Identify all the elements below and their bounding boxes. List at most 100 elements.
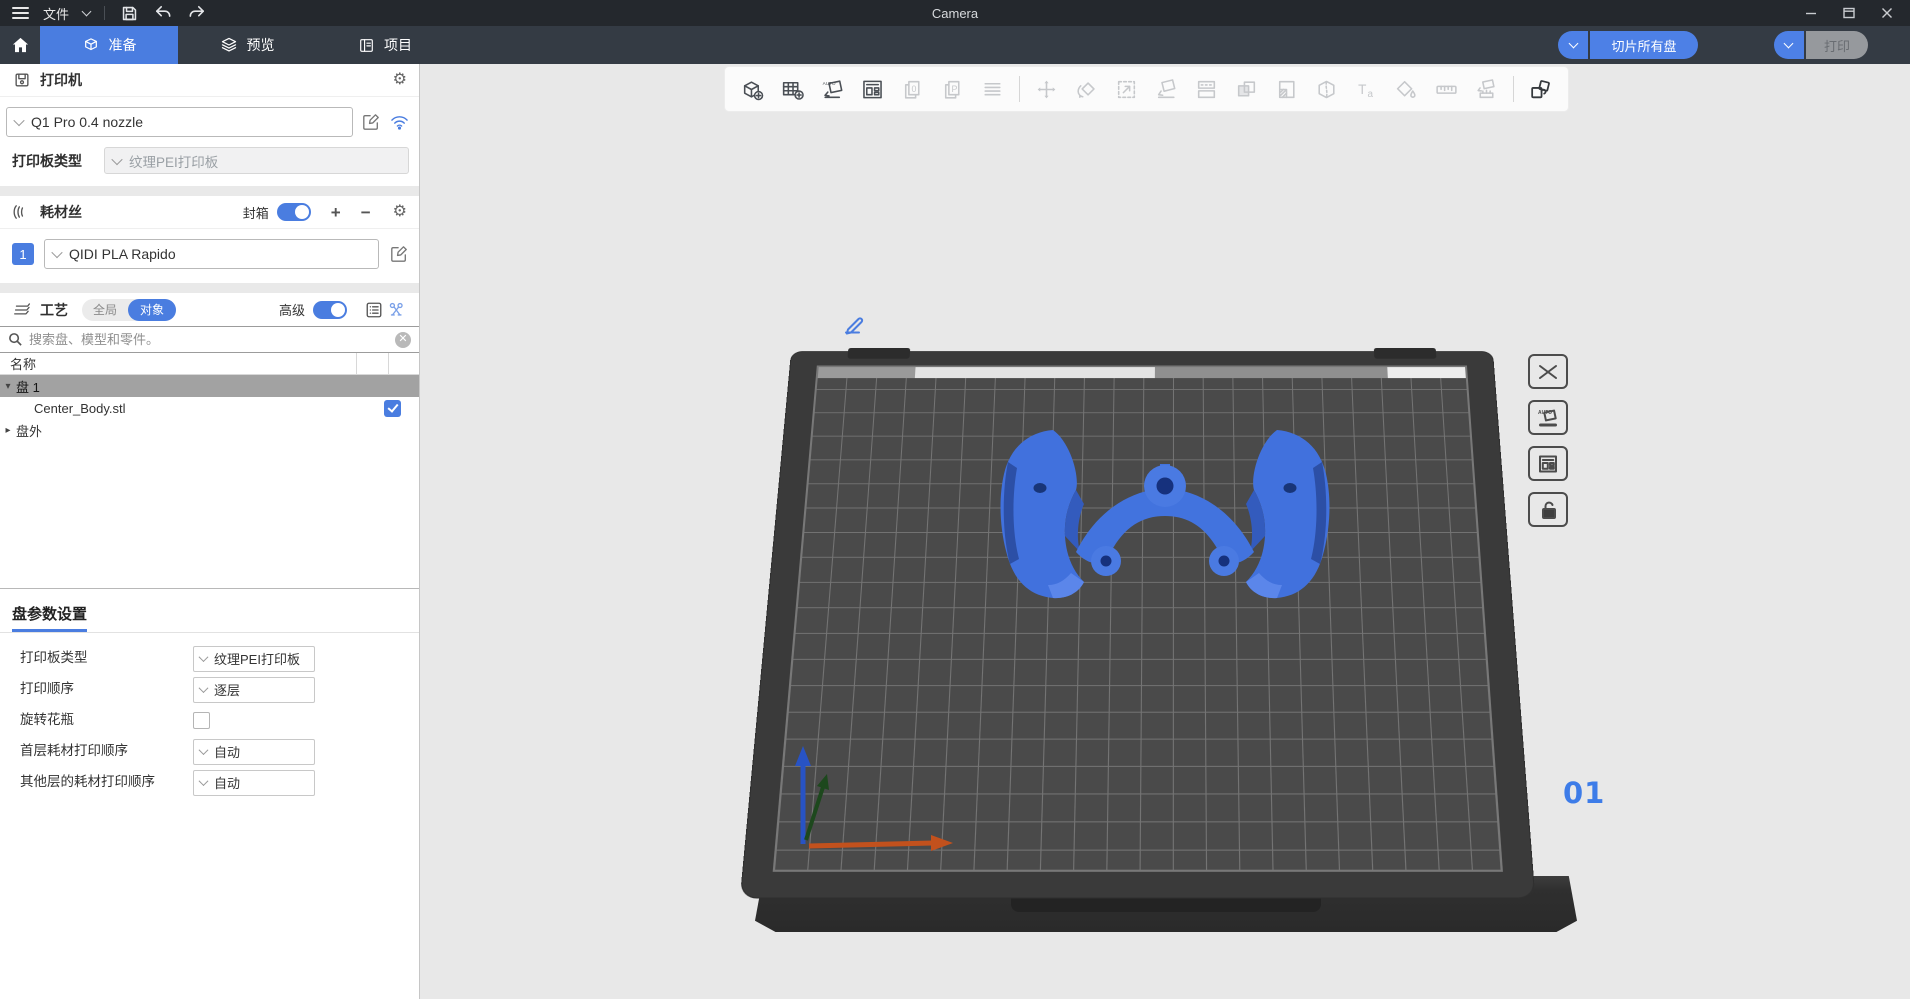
svg-text:T: T [1358, 82, 1366, 97]
spiral-vase-checkbox[interactable] [193, 712, 210, 729]
clear-search-icon[interactable]: ✕ [395, 331, 411, 348]
delete-plate-icon[interactable] [1528, 354, 1568, 389]
edit-plate-name-icon[interactable] [840, 310, 870, 340]
print-order-select[interactable]: 逐层 [193, 676, 315, 703]
bed-type-plate-select[interactable]: 纹理PEI打印板 [193, 645, 315, 672]
home-icon [12, 37, 28, 53]
minimize-icon[interactable] [1796, 1, 1826, 25]
maximize-icon[interactable] [1834, 1, 1864, 25]
slice-button-group: 切片所有盘 [1558, 31, 1698, 59]
print-button[interactable]: 打印 [1805, 31, 1868, 59]
undo-icon[interactable] [153, 3, 173, 23]
svg-text:0: 0 [911, 83, 916, 93]
tree-row-outside[interactable]: ▸ 盘外 [0, 419, 419, 441]
menu-icon[interactable] [12, 7, 29, 19]
filament-gear-icon[interactable]: ⚙ [393, 204, 407, 220]
chevron-down-icon[interactable] [81, 6, 92, 16]
tab-preview[interactable]: 预览 [178, 26, 316, 64]
plate-clip-right [1373, 347, 1437, 359]
copy-icon[interactable]: 0 [899, 76, 926, 103]
text-icon[interactable]: Ta [1353, 76, 1380, 103]
other-layers-order-select[interactable]: 自动 [193, 769, 315, 796]
assembly-icon[interactable] [1527, 76, 1554, 103]
printer-select[interactable]: Q1 Pro 0.4 nozzle [6, 107, 353, 137]
box-toggle[interactable] [276, 203, 311, 221]
model-center-body[interactable] [958, 424, 1372, 614]
cut-icon[interactable] [1313, 76, 1340, 103]
plate-settings-section: 盘参数设置 打印板类型 纹理PEI打印板 打印顺序 逐层 旋转花瓶 首层耗材打印… [0, 589, 419, 798]
filament-select[interactable]: QIDI PLA Rapido [44, 239, 379, 269]
rotate-icon[interactable] [1073, 76, 1100, 103]
scope-switch[interactable]: 全局 对象 [82, 298, 177, 321]
toolbar-divider [1019, 76, 1020, 102]
bed-type-select[interactable]: 纹理PEI打印板 [104, 147, 409, 174]
plate-calibration-strip [817, 367, 1466, 379]
tab-project[interactable]: 项目 [316, 26, 454, 64]
window-title: Camera [931, 5, 979, 21]
setting-row-print-order: 打印顺序 逐层 [0, 674, 419, 705]
tab-prepare[interactable]: 准备 [40, 26, 178, 64]
prepare-box-icon [84, 38, 97, 51]
search-input[interactable] [29, 332, 389, 347]
setting-row-first-layer-order: 首层耗材打印顺序 自动 [0, 736, 419, 767]
parameter-table-icon[interactable] [363, 300, 385, 320]
title-bar: 文件 Camera [0, 0, 1910, 26]
first-layer-order-select[interactable]: 自动 [193, 738, 315, 765]
wifi-icon[interactable] [389, 112, 409, 132]
slice-options-chevron[interactable] [1558, 31, 1588, 59]
printer-gear-icon[interactable]: ⚙ [393, 72, 407, 88]
chevron-collapsed-icon[interactable]: ▸ [0, 425, 16, 436]
file-menu[interactable]: 文件 [43, 4, 69, 23]
arrange-plate-icon[interactable] [1528, 446, 1568, 481]
home-button[interactable] [0, 26, 40, 64]
model-visible-checkbox[interactable] [384, 399, 401, 417]
viewport-3d[interactable]: AUTO 0 P T a AUTO 01 [421, 64, 1910, 999]
move-icon[interactable] [1033, 76, 1060, 103]
auto-orient-icon[interactable]: AUTO [819, 76, 846, 103]
scope-global[interactable]: 全局 [82, 301, 128, 318]
edit-filament-icon[interactable] [389, 244, 409, 264]
remove-filament-icon[interactable]: − [361, 204, 371, 221]
scale-icon[interactable] [1113, 76, 1140, 103]
box-label: 封箱 [242, 205, 269, 221]
layers-list-icon[interactable] [979, 76, 1006, 103]
add-plate-icon[interactable] [779, 76, 806, 103]
arrange-icon[interactable] [859, 76, 886, 103]
slice-button[interactable]: 切片所有盘 [1590, 31, 1698, 59]
redo-icon[interactable] [187, 3, 207, 23]
advanced-toggle[interactable] [313, 300, 347, 319]
plate-clip-left [847, 347, 911, 359]
process-settings-icon[interactable] [385, 300, 407, 320]
process-icon [12, 300, 32, 320]
add-filament-icon[interactable]: + [331, 204, 341, 221]
lay-on-face-icon[interactable] [1153, 76, 1180, 103]
print-options-chevron[interactable] [1773, 31, 1804, 59]
svg-text:a: a [1368, 88, 1374, 99]
measure-icon[interactable] [1433, 76, 1460, 103]
lock-plate-icon[interactable] [1528, 492, 1568, 527]
printer-section-title: 打印机 [40, 72, 82, 88]
add-model-icon[interactable] [739, 76, 766, 103]
close-icon[interactable] [1872, 1, 1902, 25]
filament-spool-icon [12, 202, 32, 222]
filament-section: 耗材丝 封箱 + − ⚙ 1 QIDI PLA Rapido [0, 196, 419, 283]
paint-icon[interactable] [1393, 76, 1420, 103]
build-plate-area[interactable] [740, 336, 1605, 966]
advanced-label: 高级 [278, 303, 305, 318]
scope-object[interactable]: 对象 [128, 298, 177, 321]
divider [104, 6, 106, 20]
save-icon[interactable] [119, 3, 139, 23]
split-parts-icon[interactable] [1273, 76, 1300, 103]
auto-orient-plate-icon[interactable]: AUTO [1528, 400, 1568, 435]
tree-row-plate[interactable]: ▾ 盘 1 [0, 375, 419, 397]
edit-printer-icon[interactable] [361, 112, 381, 132]
tree-row-model[interactable]: Center_Body.stl [0, 397, 419, 419]
merge-icon[interactable] [1233, 76, 1260, 103]
split-plate-icon[interactable] [1193, 76, 1220, 103]
preview-layers-icon [221, 37, 236, 52]
support-paint-icon[interactable] [1473, 76, 1500, 103]
filament-section-title: 耗材丝 [40, 204, 82, 220]
print-button-group: 打印 [1773, 31, 1868, 59]
paste-icon[interactable]: P [939, 76, 966, 103]
chevron-expanded-icon[interactable]: ▾ [0, 381, 16, 392]
